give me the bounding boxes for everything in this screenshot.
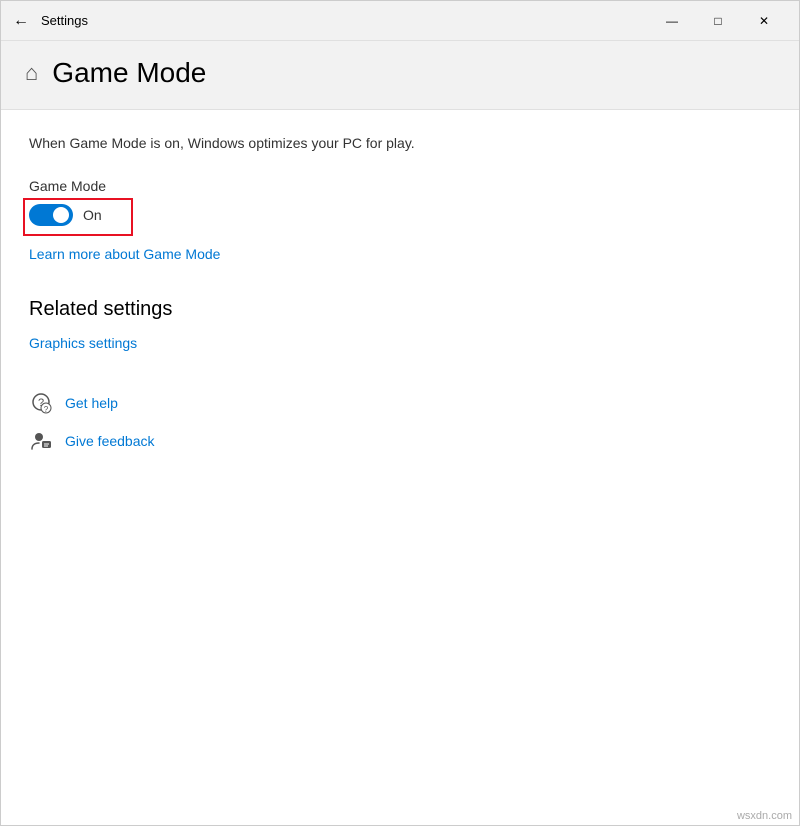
get-help-link[interactable]: Get help [65, 395, 118, 411]
graphics-settings-link[interactable]: Graphics settings [29, 335, 771, 351]
title-bar: ← Settings — □ ✕ [1, 1, 799, 41]
give-feedback-item[interactable]: Give feedback [29, 429, 771, 453]
settings-window: ← Settings — □ ✕ ⌂ Game Mode When Game M… [0, 0, 800, 826]
give-feedback-icon [29, 429, 53, 453]
related-settings-title: Related settings [29, 298, 771, 321]
minimize-button[interactable]: — [649, 1, 695, 41]
window-controls: — □ ✕ [649, 1, 787, 41]
give-feedback-link[interactable]: Give feedback [65, 433, 155, 449]
get-help-icon: ? ? [29, 391, 53, 415]
description-text: When Game Mode is on, Windows optimizes … [29, 134, 771, 154]
title-bar-title: Settings [41, 13, 649, 28]
get-help-item[interactable]: ? ? Get help [29, 391, 771, 415]
game-mode-toggle[interactable] [29, 204, 73, 226]
back-button[interactable]: ← [13, 12, 29, 30]
close-button[interactable]: ✕ [741, 1, 787, 41]
toggle-state-label: On [83, 207, 102, 223]
game-mode-toggle-row: On [29, 204, 771, 226]
help-section: ? ? Get help [29, 391, 771, 453]
main-content: When Game Mode is on, Windows optimizes … [1, 110, 799, 825]
svg-text:?: ? [44, 405, 49, 414]
game-mode-label: Game Mode [29, 178, 771, 194]
learn-more-link[interactable]: Learn more about Game Mode [29, 246, 220, 262]
maximize-button[interactable]: □ [695, 1, 741, 41]
watermark: wsxdn.com [737, 810, 792, 822]
home-icon: ⌂ [25, 60, 38, 86]
page-header: ⌂ Game Mode [1, 41, 799, 110]
page-title: Game Mode [52, 57, 206, 89]
